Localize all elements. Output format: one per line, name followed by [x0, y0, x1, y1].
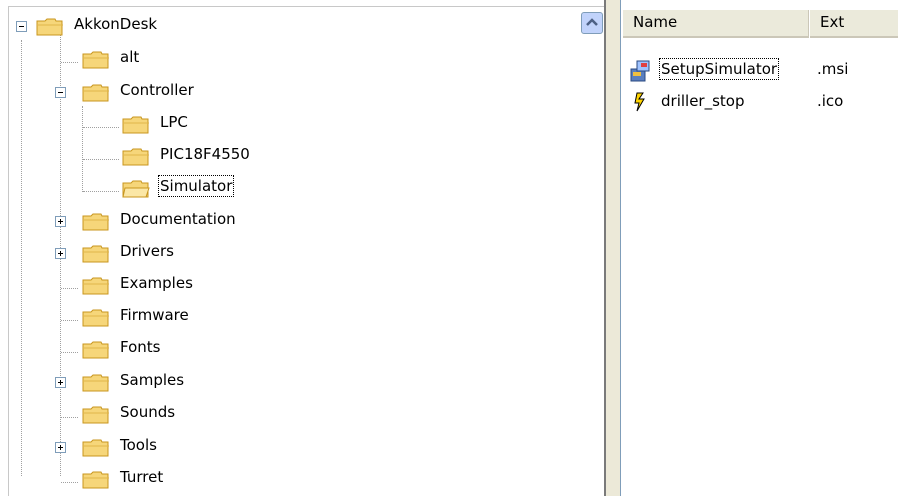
folder-open-icon [36, 18, 63, 36]
collapse-button[interactable] [55, 87, 66, 98]
tree-item-label: Tools [120, 436, 157, 454]
tree-item-label: Firmware [120, 306, 189, 324]
file-name: driller_stop [661, 92, 745, 110]
column-header-name[interactable]: Name [623, 10, 809, 38]
tree-item-label: AkkonDesk [74, 15, 158, 33]
tree-item-label: Sounds [120, 403, 176, 421]
expand-button[interactable] [55, 442, 66, 453]
folder-icon [82, 245, 109, 263]
file-ext: .ico [817, 92, 844, 110]
collapse-button[interactable] [16, 21, 27, 32]
tree-item-label: LPC [160, 113, 188, 131]
folder-open-icon [82, 84, 109, 102]
tree-line [83, 191, 119, 192]
folder-icon [82, 213, 109, 231]
folder-icon [82, 341, 109, 359]
tree-item-label: alt [120, 48, 140, 66]
chevron-up-icon [586, 18, 598, 26]
tree-item-label: Drivers [120, 242, 174, 260]
tree-line [61, 320, 78, 321]
ico-file-icon [634, 92, 645, 112]
column-header-label: Name [633, 13, 678, 31]
expand-button[interactable] [55, 248, 66, 259]
tree-line [61, 417, 78, 418]
expand-button[interactable] [55, 216, 66, 227]
folder-icon [82, 374, 109, 392]
folder-icon [82, 439, 109, 457]
folder-open-icon [122, 180, 150, 198]
folder-icon [82, 51, 109, 69]
folder-icon [122, 116, 149, 134]
tree-item-label: PIC18F4550 [160, 145, 250, 163]
file-name: SetupSimulator [658, 58, 780, 80]
file-row-setupsimulator[interactable]: SetupSimulator .msi [621, 57, 898, 85]
file-list-pane[interactable]: Name Ext SetupSimulator .msi driller_sto… [620, 0, 898, 496]
tree-line [21, 40, 22, 476]
tree-item-label: Fonts [120, 338, 161, 356]
installer-icon [630, 60, 650, 82]
tree-line [61, 288, 78, 289]
column-header-label: Ext [820, 13, 845, 31]
tree-line [61, 482, 78, 483]
tree-item-label: Examples [120, 274, 193, 292]
folder-icon [82, 471, 109, 489]
pane-splitter[interactable] [606, 0, 620, 496]
tree-item-label: Samples [120, 371, 185, 389]
tree-item-label: Documentation [120, 210, 236, 228]
folder-tree-pane[interactable]: AkkonDesk alt Controller LPC PIC18F4550 … [0, 0, 606, 496]
tree-line [83, 127, 119, 128]
tree-item-label: Simulator [157, 175, 235, 197]
tree-line [83, 159, 119, 160]
file-ext: .msi [817, 60, 849, 78]
folder-icon [122, 148, 149, 166]
tree-item-label: Turret [120, 468, 164, 486]
expand-button[interactable] [55, 377, 66, 388]
tree-line [61, 352, 78, 353]
tree-item-label: Controller [120, 81, 194, 99]
scroll-up-button[interactable] [581, 12, 603, 34]
folder-icon [82, 406, 109, 424]
column-header-ext[interactable]: Ext [810, 10, 898, 38]
folder-icon [82, 277, 109, 295]
folder-icon [82, 309, 109, 327]
tree-line [61, 62, 78, 63]
file-row-driller-stop[interactable]: driller_stop .ico [621, 89, 898, 117]
tree-line [82, 106, 83, 192]
